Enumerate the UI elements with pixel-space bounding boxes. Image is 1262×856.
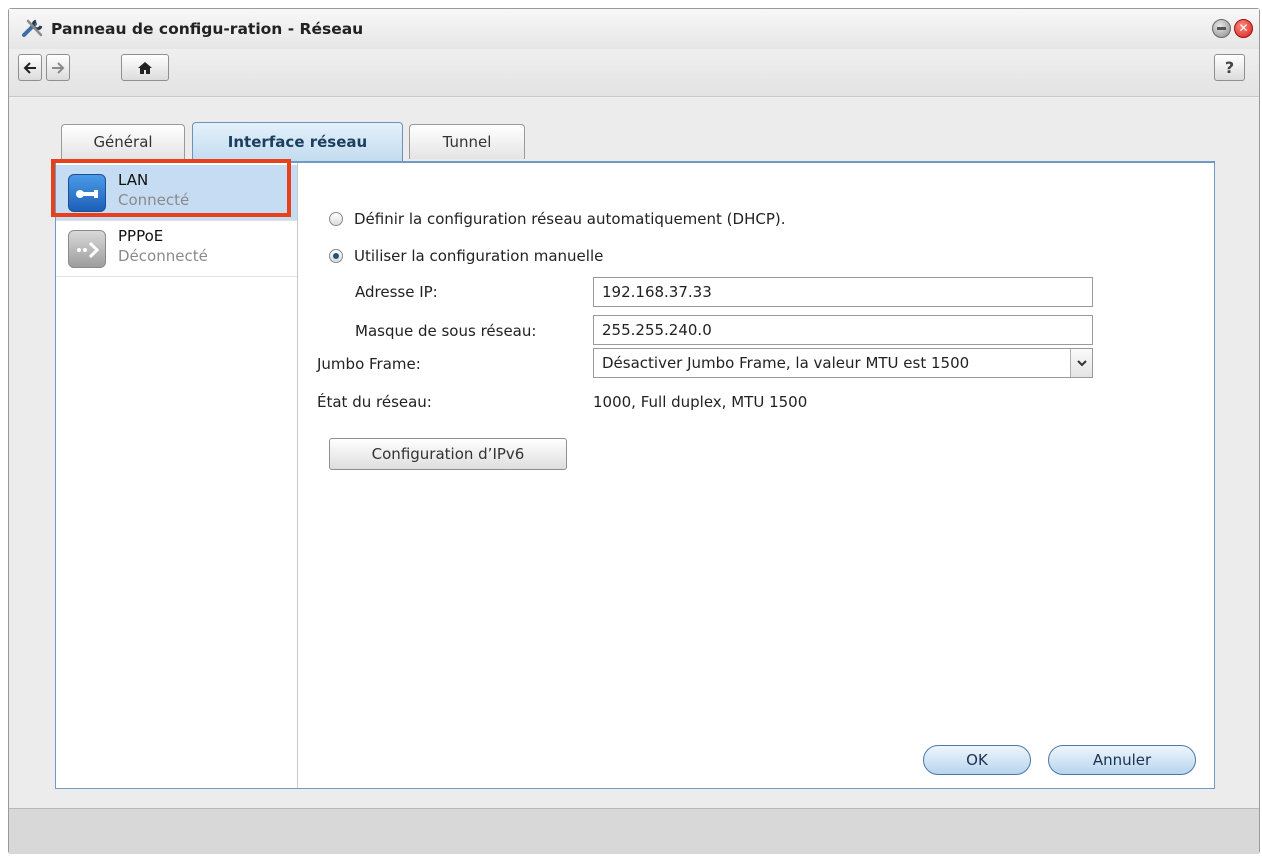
tab-network-interface[interactable]: Interface réseau bbox=[192, 122, 403, 161]
jumbo-frame-value: Désactiver Jumbo Frame, la valeur MTU es… bbox=[602, 354, 970, 372]
pppoe-icon bbox=[68, 230, 106, 268]
interface-settings: Définir la configuration réseau automati… bbox=[299, 163, 1214, 788]
dhcp-radio[interactable] bbox=[329, 212, 343, 226]
dhcp-label: Définir la configuration réseau automati… bbox=[354, 210, 786, 228]
back-button[interactable] bbox=[18, 54, 42, 81]
forward-button[interactable] bbox=[46, 54, 70, 81]
home-icon bbox=[138, 61, 152, 74]
subnet-mask-label: Masque de sous réseau: bbox=[355, 322, 537, 340]
sidebar-item-pppoe[interactable]: PPPoE Déconnecté bbox=[56, 221, 297, 277]
control-panel-window: Panneau de configu-ration - Réseau ✕ ? G… bbox=[8, 8, 1260, 854]
network-status-value: 1000, Full duplex, MTU 1500 bbox=[593, 393, 808, 411]
tools-icon bbox=[22, 19, 43, 37]
title-bar[interactable]: Panneau de configu-ration - Réseau ✕ bbox=[9, 9, 1259, 49]
cancel-button[interactable]: Annuler bbox=[1048, 745, 1196, 775]
window-title: Panneau de configu-ration - Réseau bbox=[51, 20, 364, 38]
sidebar-item-lan[interactable]: LAN Connecté bbox=[51, 159, 297, 221]
main-area: Général Interface réseau Tunnel LAN Conn… bbox=[9, 98, 1259, 808]
manual-label: Utiliser la configuration manuelle bbox=[354, 247, 604, 265]
ip-address-label: Adresse IP: bbox=[355, 283, 438, 301]
status-bar bbox=[9, 808, 1259, 854]
jumbo-frame-select[interactable]: Désactiver Jumbo Frame, la valeur MTU es… bbox=[593, 348, 1093, 378]
subnet-mask-input[interactable] bbox=[593, 315, 1093, 345]
toolbar: ? bbox=[9, 49, 1259, 97]
network-status-label: État du réseau: bbox=[317, 393, 432, 411]
minimize-icon[interactable] bbox=[1212, 19, 1231, 38]
jumbo-frame-label: Jumbo Frame: bbox=[317, 355, 421, 373]
manual-radio[interactable] bbox=[329, 249, 343, 263]
home-button[interactable] bbox=[121, 54, 169, 81]
arrow-right-icon bbox=[52, 61, 65, 74]
tab-tunnel[interactable]: Tunnel bbox=[409, 124, 525, 159]
interface-list: LAN Connecté PPPoE Déconnecté bbox=[51, 159, 298, 788]
ok-button[interactable]: OK bbox=[923, 745, 1031, 775]
sidebar-item-status: Connecté bbox=[118, 191, 190, 209]
ip-address-input[interactable] bbox=[593, 277, 1093, 307]
dhcp-option[interactable]: Définir la configuration réseau automati… bbox=[329, 210, 786, 228]
chevron-down-icon[interactable] bbox=[1070, 349, 1092, 377]
tab-panel: LAN Connecté PPPoE Déconnecté Définir la… bbox=[51, 159, 1215, 789]
ipv6-config-button[interactable]: Configuration d’IPv6 bbox=[329, 438, 567, 470]
sidebar-item-name: PPPoE bbox=[118, 227, 164, 245]
sidebar-item-status: Déconnecté bbox=[118, 247, 208, 265]
tab-general[interactable]: Général bbox=[61, 124, 185, 159]
sidebar-item-name: LAN bbox=[118, 171, 149, 189]
lan-icon bbox=[68, 174, 106, 212]
help-button[interactable]: ? bbox=[1214, 54, 1245, 81]
arrow-left-icon bbox=[23, 61, 36, 74]
manual-option[interactable]: Utiliser la configuration manuelle bbox=[329, 247, 603, 265]
close-icon[interactable]: ✕ bbox=[1234, 19, 1253, 38]
